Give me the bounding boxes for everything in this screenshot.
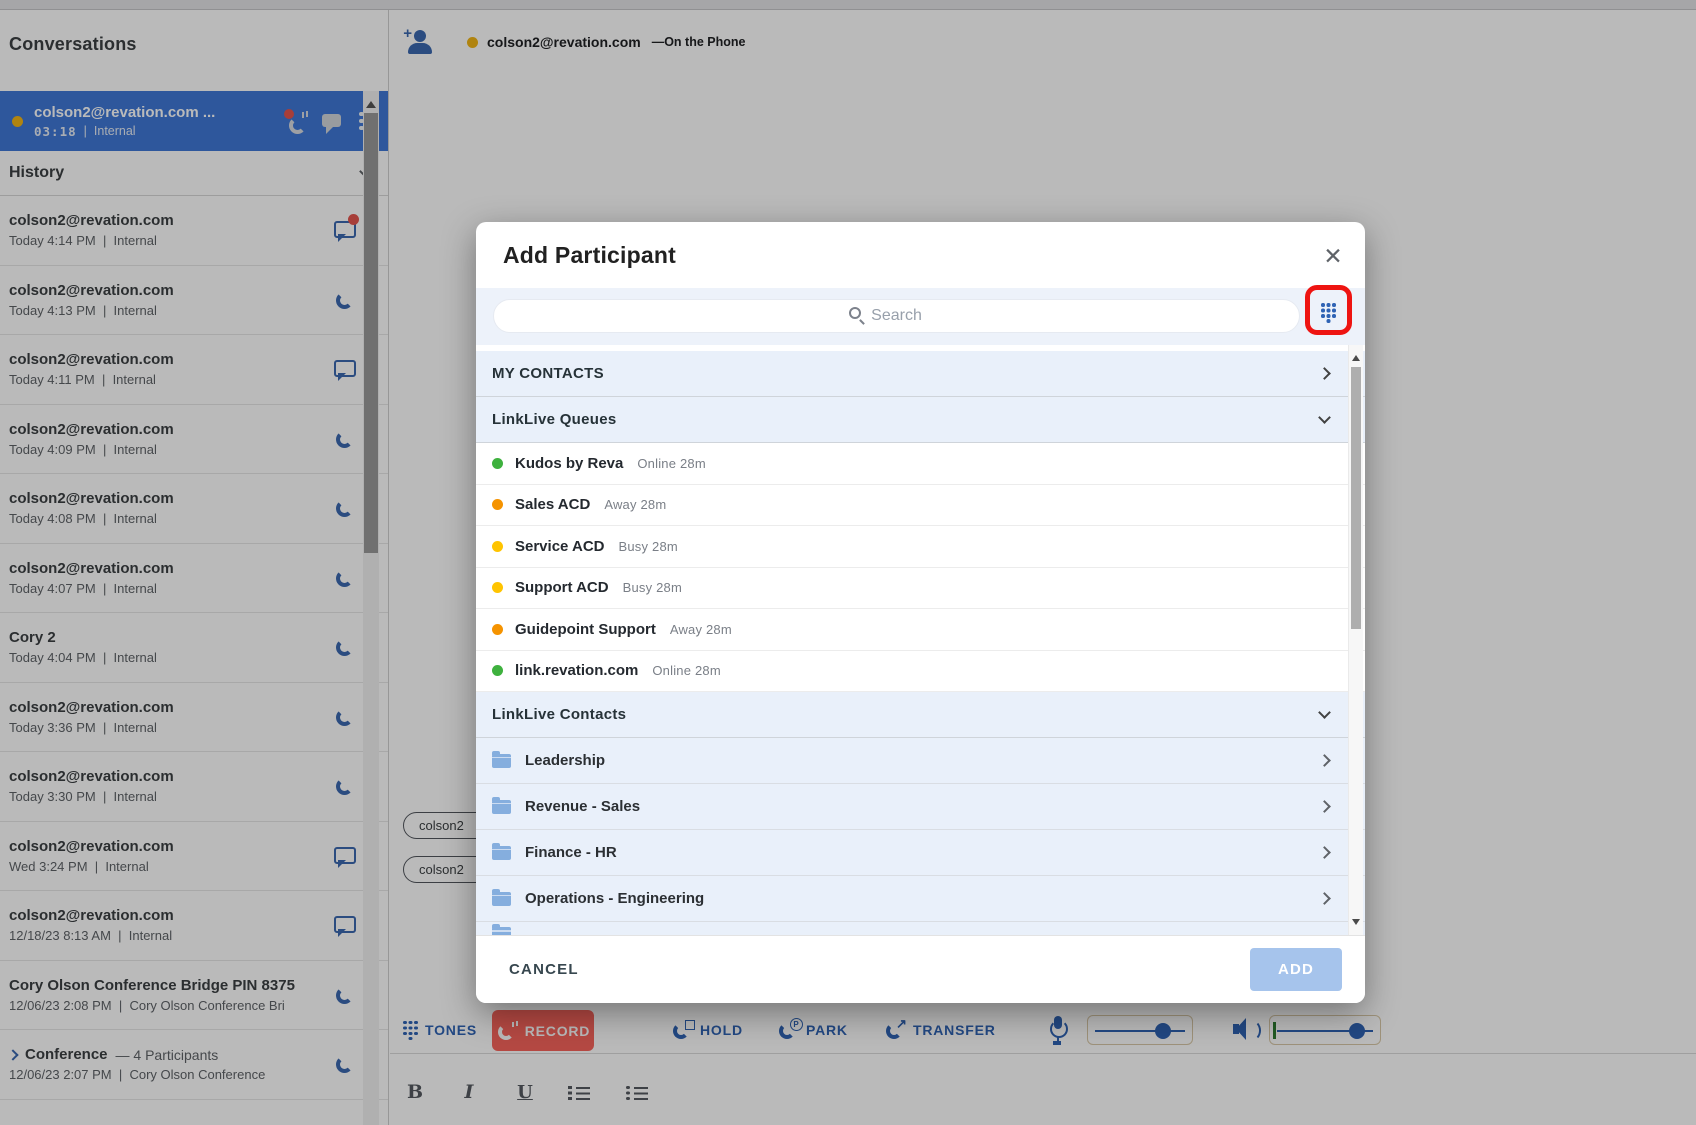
scroll-up-icon[interactable] — [1352, 351, 1360, 361]
folder-row-left: Revenue - Sales — [492, 798, 640, 815]
queue-name: Guidepoint Support — [515, 621, 656, 638]
add-button[interactable]: ADD — [1250, 948, 1342, 991]
queue-name: link.revation.com — [515, 662, 638, 679]
queue-presence-dot — [492, 499, 503, 510]
queue-row[interactable]: Kudos by Reva Online 28m — [476, 443, 1365, 485]
queue-presence-dot — [492, 624, 503, 635]
queue-row[interactable]: Support ACD Busy 28m — [476, 568, 1365, 610]
folder-row-left — [492, 922, 511, 935]
folder-icon — [492, 927, 511, 935]
modal-footer: CANCEL ADD — [476, 935, 1365, 1003]
cancel-button[interactable]: CANCEL — [509, 961, 579, 978]
chevron-down-icon — [1318, 411, 1331, 424]
app-window: Conversations colson2@revation.com ... 0… — [0, 0, 1696, 1125]
folder-row-left: Leadership — [492, 752, 605, 769]
folder-name: Leadership — [525, 752, 605, 769]
queue-row[interactable]: Guidepoint Support Away 28m — [476, 609, 1365, 651]
queue-status: Busy 28m — [619, 539, 678, 554]
chevron-right-icon — [1318, 846, 1331, 859]
chevron-right-icon — [1318, 754, 1331, 767]
queue-presence-dot — [492, 541, 503, 552]
contacts-list: MY CONTACTS LinkLive Queues Kudos by Rev… — [476, 345, 1365, 935]
scroll-down-icon[interactable] — [1352, 919, 1360, 929]
folder-icon — [492, 754, 511, 768]
section-label: MY CONTACTS — [492, 365, 604, 382]
modal-title: Add Participant — [503, 242, 676, 269]
folder-icon — [492, 800, 511, 814]
chevron-right-icon — [1318, 892, 1331, 905]
queue-presence-dot — [492, 582, 503, 593]
folder-row-partial[interactable] — [476, 922, 1365, 935]
search-input[interactable] — [493, 299, 1300, 333]
queue-row[interactable]: Sales ACD Away 28m — [476, 485, 1365, 527]
dialpad-button[interactable] — [1317, 302, 1341, 330]
folder-icon — [492, 846, 511, 860]
folder-row-left: Operations - Engineering — [492, 890, 704, 907]
add-participant-modal: Add Participant ✕ MY CONTACTS LinkLive Q… — [476, 222, 1365, 1003]
section-label: LinkLive Contacts — [492, 706, 626, 723]
folder-name: Finance - HR — [525, 844, 617, 861]
section-queues[interactable]: LinkLive Queues — [476, 397, 1365, 443]
queue-presence-dot — [492, 458, 503, 469]
folder-name: Operations - Engineering — [525, 890, 704, 907]
queue-name: Service ACD — [515, 538, 605, 555]
queue-presence-dot — [492, 665, 503, 676]
chevron-right-icon — [1318, 367, 1331, 380]
folder-row[interactable]: Revenue - Sales — [476, 784, 1365, 830]
queue-status: Online 28m — [637, 456, 705, 471]
queue-row[interactable]: Service ACD Busy 28m — [476, 526, 1365, 568]
scrollbar-thumb[interactable] — [1351, 367, 1361, 629]
queue-status: Away 28m — [604, 497, 666, 512]
queue-name: Sales ACD — [515, 496, 590, 513]
folder-row[interactable]: Operations - Engineering — [476, 876, 1365, 922]
close-icon[interactable]: ✕ — [1317, 240, 1349, 272]
folder-name: Revenue - Sales — [525, 798, 640, 815]
section-label: LinkLive Queues — [492, 411, 617, 428]
folder-icon — [492, 892, 511, 906]
queue-name: Kudos by Reva — [515, 455, 623, 472]
queue-row[interactable]: link.revation.com Online 28m — [476, 651, 1365, 693]
modal-header: Add Participant ✕ — [476, 222, 1365, 288]
search-band — [476, 288, 1365, 345]
queue-name: Support ACD — [515, 579, 609, 596]
modal-scrollbar[interactable] — [1348, 345, 1363, 935]
folder-row[interactable]: Leadership — [476, 738, 1365, 784]
section-my-contacts[interactable]: MY CONTACTS — [476, 351, 1365, 397]
chevron-down-icon — [1318, 706, 1331, 719]
folder-row-left: Finance - HR — [492, 844, 617, 861]
queue-status: Online 28m — [652, 663, 720, 678]
folder-row[interactable]: Finance - HR — [476, 830, 1365, 876]
queue-status: Busy 28m — [623, 580, 682, 595]
section-contacts[interactable]: LinkLive Contacts — [476, 692, 1365, 738]
queue-status: Away 28m — [670, 622, 732, 637]
chevron-right-icon — [1318, 800, 1331, 813]
